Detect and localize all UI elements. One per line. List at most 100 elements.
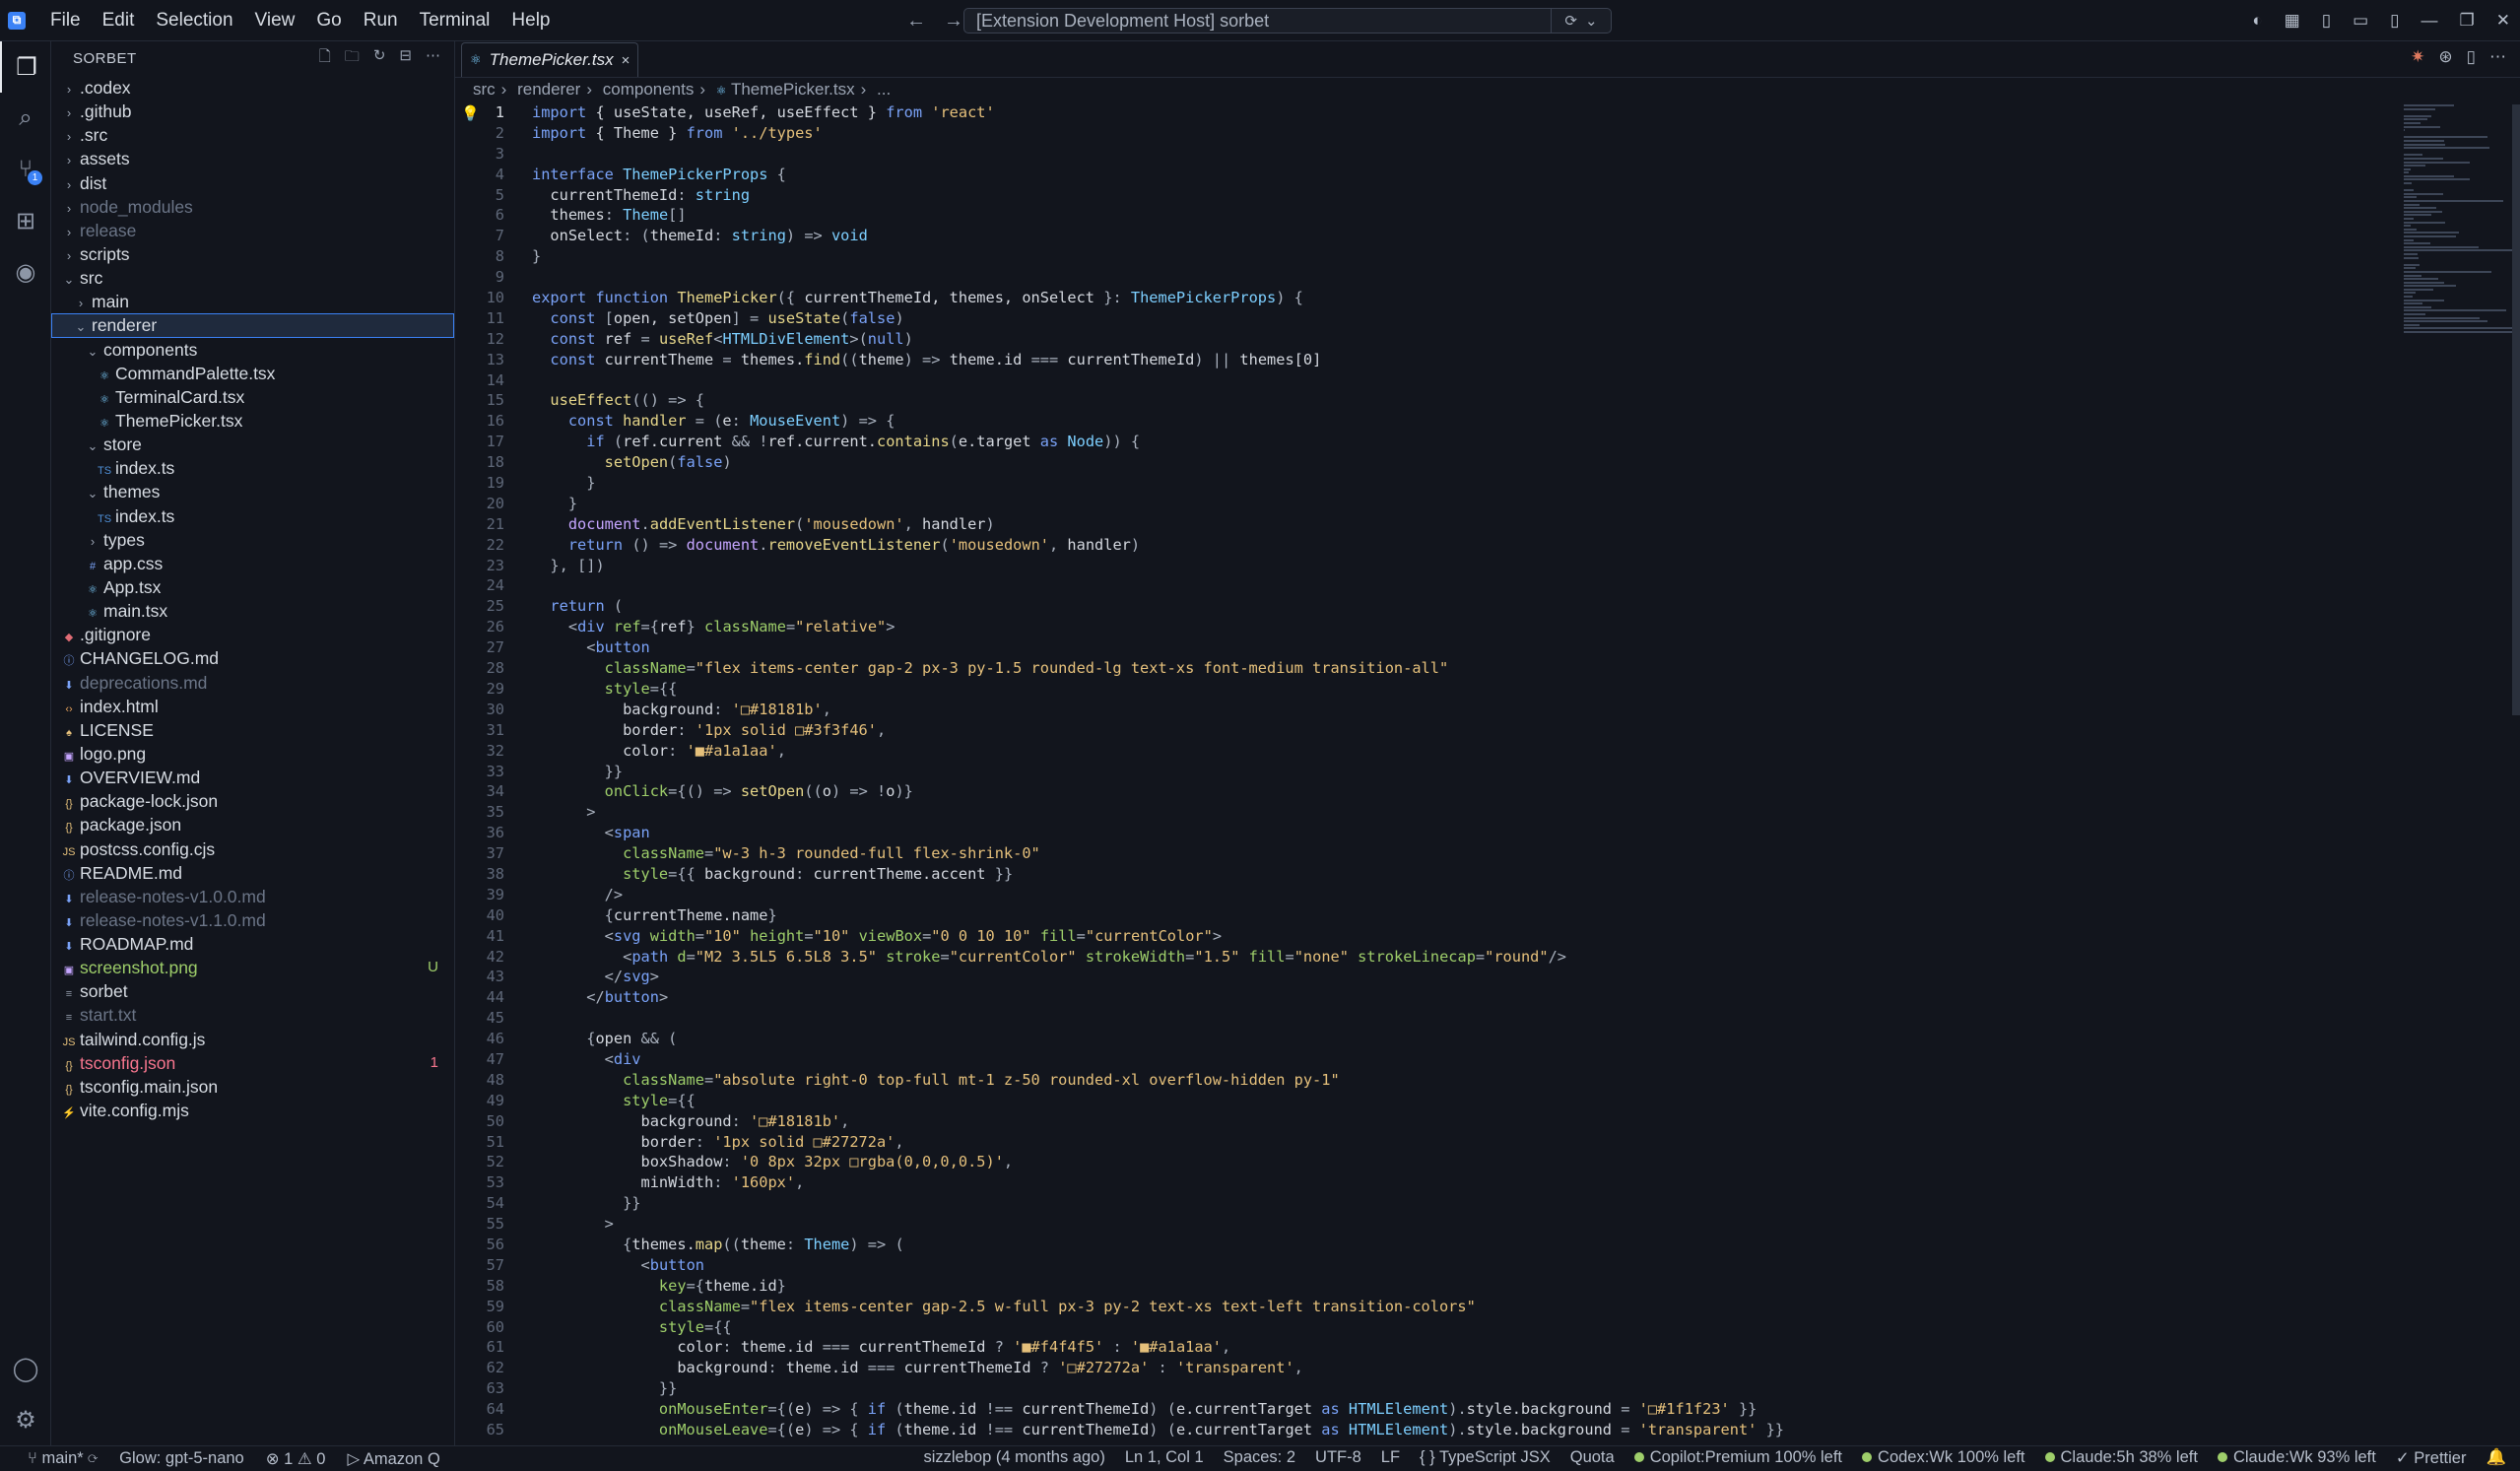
eol-status[interactable]: LF — [1381, 1448, 1400, 1468]
tree-folder[interactable]: ⌄ components — [51, 338, 454, 362]
source-control-icon[interactable]: ⑂ 1 — [0, 144, 51, 195]
tree-file[interactable]: ≡ sorbet — [51, 979, 454, 1003]
new-file-icon[interactable]: 🗋 — [319, 46, 331, 71]
tree-file[interactable]: ⬇ release-notes-v1.0.0.md — [51, 885, 454, 908]
tree-file[interactable]: {} package-lock.json — [51, 789, 454, 813]
tree-file[interactable]: ▣ screenshot.png U — [51, 956, 454, 979]
tree-file[interactable]: # app.css — [51, 552, 454, 575]
tree-file[interactable]: {} tsconfig.json 1 — [51, 1051, 454, 1075]
explorer-icon[interactable]: ❐ — [0, 41, 51, 93]
extensions-icon[interactable]: ⊞ — [0, 195, 51, 246]
chevron-right-icon[interactable]: › — [61, 173, 77, 197]
cursor-position[interactable]: Ln 1, Col 1 — [1125, 1448, 1204, 1468]
openai-icon[interactable]: ⊛ — [2438, 47, 2452, 67]
model-status[interactable]: Glow: gpt-5-nano — [119, 1449, 244, 1469]
chevron-right-icon[interactable]: › — [61, 149, 77, 172]
menu-run[interactable]: Run — [353, 0, 409, 41]
tree-folder[interactable]: › scripts — [51, 242, 454, 266]
maximize-icon[interactable]: ❐ — [2460, 11, 2475, 31]
menu-go[interactable]: Go — [305, 0, 352, 41]
blame-status[interactable]: sizzlebop (4 months ago) — [923, 1448, 1104, 1468]
tree-file[interactable]: ⚛ ThemePicker.tsx — [51, 409, 454, 433]
tree-file[interactable]: {} tsconfig.main.json — [51, 1075, 454, 1099]
minimize-icon[interactable]: — — [2421, 11, 2438, 31]
branch-status[interactable]: ⑂ main* ⟳ — [28, 1449, 98, 1469]
tree-file[interactable]: JS tailwind.config.js — [51, 1028, 454, 1051]
copilot-icon[interactable]: ⟳ — [1564, 12, 1577, 30]
chevron-right-icon[interactable]: › — [61, 78, 77, 101]
chevron-down-icon[interactable]: ⌄ — [85, 340, 100, 364]
tab-themepicker[interactable]: ⚛ ThemePicker.tsx × — [461, 42, 639, 77]
tree-file[interactable]: ◆ .gitignore — [51, 623, 454, 646]
breadcrumb-components[interactable]: components — [603, 80, 695, 99]
tree-file[interactable]: ♠ LICENSE — [51, 718, 454, 742]
tree-folder[interactable]: › dist — [51, 171, 454, 195]
tree-file[interactable]: ⚛ App.tsx — [51, 575, 454, 599]
menu-view[interactable]: View — [244, 0, 306, 41]
customize-layout-icon[interactable]: ▦ — [2285, 11, 2300, 31]
tree-folder[interactable]: › .codex — [51, 76, 454, 100]
tree-file[interactable]: ⚡ vite.config.mjs — [51, 1099, 454, 1122]
codex-status[interactable]: Codex:Wk 100% left — [1862, 1448, 2025, 1468]
breadcrumb-renderer[interactable]: renderer — [517, 80, 580, 99]
tree-file[interactable]: TS index.ts — [51, 456, 454, 480]
toggle-primary-sidebar-icon[interactable]: ▯ — [2322, 11, 2331, 31]
tree-folder[interactable]: › assets — [51, 147, 454, 170]
tree-file[interactable]: ⬇ release-notes-v1.1.0.md — [51, 908, 454, 932]
tree-file[interactable]: ‹› index.html — [51, 695, 454, 718]
minimap[interactable] — [2404, 104, 2512, 333]
tree-folder[interactable]: ⌄ themes — [51, 480, 454, 503]
tree-folder[interactable]: › .src — [51, 123, 454, 147]
claude-wk-status[interactable]: Claude:Wk 93% left — [2217, 1448, 2376, 1468]
tree-file[interactable]: ≡ start.txt — [51, 1003, 454, 1027]
lightbulb-icon[interactable]: 💡 — [461, 104, 480, 122]
new-folder-icon[interactable]: 🗀 — [345, 46, 360, 71]
refresh-icon[interactable]: ↻ — [373, 46, 386, 71]
menu-selection[interactable]: Selection — [145, 0, 243, 41]
indentation-status[interactable]: Spaces: 2 — [1224, 1448, 1295, 1468]
breadcrumb-src[interactable]: src — [473, 80, 496, 99]
chevron-right-icon[interactable]: › — [61, 125, 77, 149]
chevron-down-icon[interactable]: ⌄ — [73, 315, 89, 339]
claude-icon[interactable]: ✷ — [2411, 47, 2424, 67]
tree-file[interactable]: {} package.json — [51, 813, 454, 836]
encoding-status[interactable]: UTF-8 — [1315, 1448, 1361, 1468]
forward-arrow-icon[interactable]: → — [944, 10, 963, 33]
more-actions-icon[interactable]: ⋯ — [426, 46, 440, 71]
tree-file[interactable]: TS index.ts — [51, 504, 454, 528]
settings-gear-icon[interactable]: ⚙ — [0, 1394, 51, 1445]
language-status[interactable]: { } TypeScript JSX — [1420, 1448, 1551, 1468]
tree-file[interactable]: ⬇ ROADMAP.md — [51, 932, 454, 956]
menu-file[interactable]: File — [39, 0, 92, 41]
amazon-q-status[interactable]: ▷ Amazon Q — [347, 1449, 439, 1469]
tree-file[interactable]: ⚛ CommandPalette.tsx — [51, 362, 454, 385]
notifications-icon[interactable]: 🔔 — [2486, 1448, 2506, 1468]
breadcrumb-file[interactable]: ThemePicker.tsx — [731, 80, 855, 99]
editor-scrollbar[interactable] — [2512, 104, 2520, 715]
collapse-all-icon[interactable]: ⊟ — [399, 46, 412, 71]
back-arrow-icon[interactable]: ← — [906, 10, 926, 33]
tree-folder[interactable]: › release — [51, 219, 454, 242]
tree-folder[interactable]: ⌄ store — [51, 433, 454, 456]
code-editor[interactable]: 💡 1 import { useState, useRef, useEffect … — [455, 102, 2386, 1440]
menu-help[interactable]: Help — [500, 0, 561, 41]
accounts-icon[interactable]: ◐ — [2252, 11, 2262, 31]
github-icon[interactable]: ◉ — [0, 246, 51, 298]
tree-folder[interactable]: › .github — [51, 100, 454, 123]
tree-folder[interactable]: › types — [51, 528, 454, 552]
close-tab-icon[interactable]: × — [622, 52, 630, 69]
editor-more-icon[interactable]: ⋯ — [2489, 47, 2506, 67]
chevron-right-icon[interactable]: › — [61, 101, 77, 125]
quota-status[interactable]: Quota — [1570, 1448, 1615, 1468]
close-window-icon[interactable]: ✕ — [2496, 11, 2510, 31]
split-editor-icon[interactable]: ▯ — [2467, 47, 2476, 67]
search-icon[interactable]: ⌕ — [0, 93, 51, 144]
chevron-down-icon[interactable]: ⌄ — [85, 435, 100, 458]
tree-file[interactable]: ⓘ CHANGELOG.md — [51, 646, 454, 670]
chevron-right-icon[interactable]: › — [61, 244, 77, 268]
tree-file[interactable]: ⚛ main.tsx — [51, 599, 454, 623]
tree-file[interactable]: JS postcss.config.cjs — [51, 837, 454, 861]
menu-terminal[interactable]: Terminal — [409, 0, 501, 41]
tree-file[interactable]: ⓘ README.md — [51, 861, 454, 885]
account-icon[interactable]: ◯ — [0, 1343, 51, 1394]
